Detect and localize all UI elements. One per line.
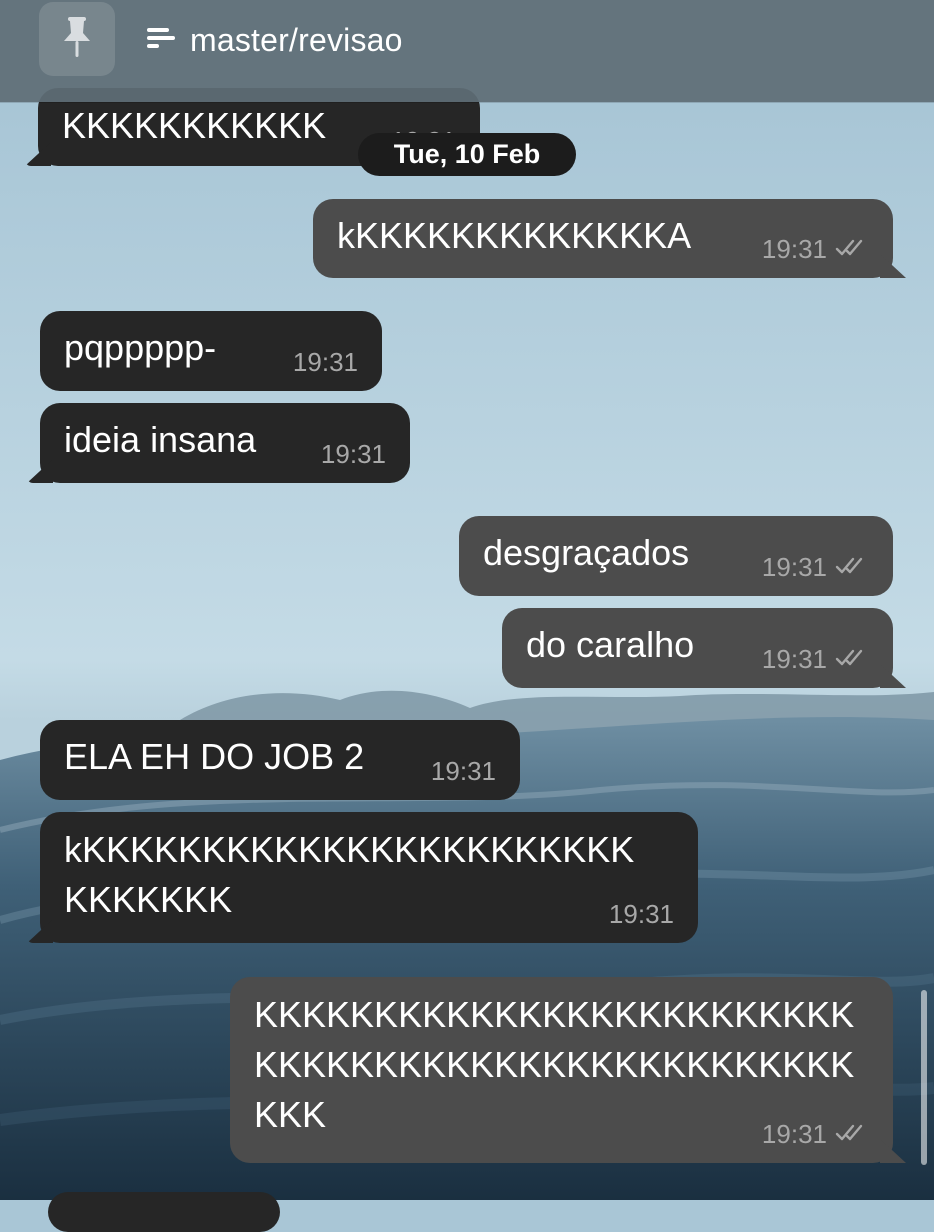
double-check-icon	[835, 552, 869, 582]
topic-name: master/revisao	[190, 21, 403, 58]
message-bubble[interactable]: desgraçados 19:31	[459, 516, 893, 596]
message-bubble[interactable]: do caralho 19:31	[502, 608, 893, 688]
double-check-icon	[835, 234, 869, 264]
message-text-line: KKKKKKKKKKKKKKKKKKKKKKKKK	[254, 1044, 855, 1085]
message-text: ELA EH DO JOB 2	[64, 736, 365, 777]
message-bubble[interactable]: kKKKKKKKKKKKKKKKKKKKKKKK KKKKKKK 19:31	[40, 812, 698, 943]
message-bubble-partial[interactable]	[48, 1192, 280, 1232]
message-meta: 19:31	[321, 439, 386, 469]
message-time: 19:31	[761, 1119, 827, 1149]
message-bubble[interactable]: ELA EH DO JOB 2 19:31	[40, 720, 520, 800]
message-text: desgraçados	[483, 532, 690, 573]
message-bubble[interactable]: ideia insana 19:31	[40, 403, 410, 483]
message-meta: 19:31	[762, 552, 869, 582]
message-text-line: KKKKKKK	[64, 879, 233, 920]
pin-icon	[59, 15, 95, 64]
message-time: 19:31	[430, 756, 496, 786]
double-check-icon	[835, 644, 869, 674]
message-time: 19:31	[608, 899, 674, 929]
topic-lines-icon	[146, 25, 176, 56]
message-bubble[interactable]: KKKKKKKKKKKKKKKKKKKKKKKKK KKKKKKKKKKKKKK…	[230, 977, 893, 1163]
message-meta: 19:31	[762, 1119, 869, 1149]
message-text: ideia insana	[64, 419, 257, 460]
message-text-line: KKKKKKKKKKKKKKKKKKKKKKKKK	[254, 994, 855, 1035]
message-text: KKKKKKKKKKK	[62, 105, 327, 146]
pin-button[interactable]	[39, 2, 115, 76]
topic-title[interactable]: master/revisao	[146, 20, 403, 60]
message-text: pqppppp-	[64, 327, 217, 368]
message-bubble[interactable]: kKKKKKKKKKKKKKA 19:31	[313, 199, 893, 278]
message-time: 19:31	[761, 234, 827, 264]
message-text-line: KKK	[254, 1094, 327, 1135]
message-bubble[interactable]: pqppppp- 19:31	[40, 311, 382, 391]
scrollbar[interactable]	[921, 990, 927, 1165]
message-time: 19:31	[292, 347, 358, 377]
message-meta: 19:31	[762, 644, 869, 674]
message-time: 19:31	[761, 552, 827, 582]
message-meta: 19:31	[609, 899, 674, 929]
message-text: do caralho	[526, 624, 695, 665]
message-time: 19:31	[761, 644, 827, 674]
chat-header: master/revisao	[0, 0, 934, 102]
date-separator: Tue, 10 Feb	[358, 133, 576, 176]
message-meta: 19:31	[762, 234, 869, 264]
message-text: kKKKKKKKKKKKKKA	[337, 215, 692, 256]
message-meta: 19:31	[293, 347, 358, 377]
message-text-line: kKKKKKKKKKKKKKKKKKKKKKKK	[64, 829, 635, 870]
message-time: 19:31	[320, 439, 386, 469]
message-meta: 19:31	[431, 756, 496, 786]
double-check-icon	[835, 1119, 869, 1149]
